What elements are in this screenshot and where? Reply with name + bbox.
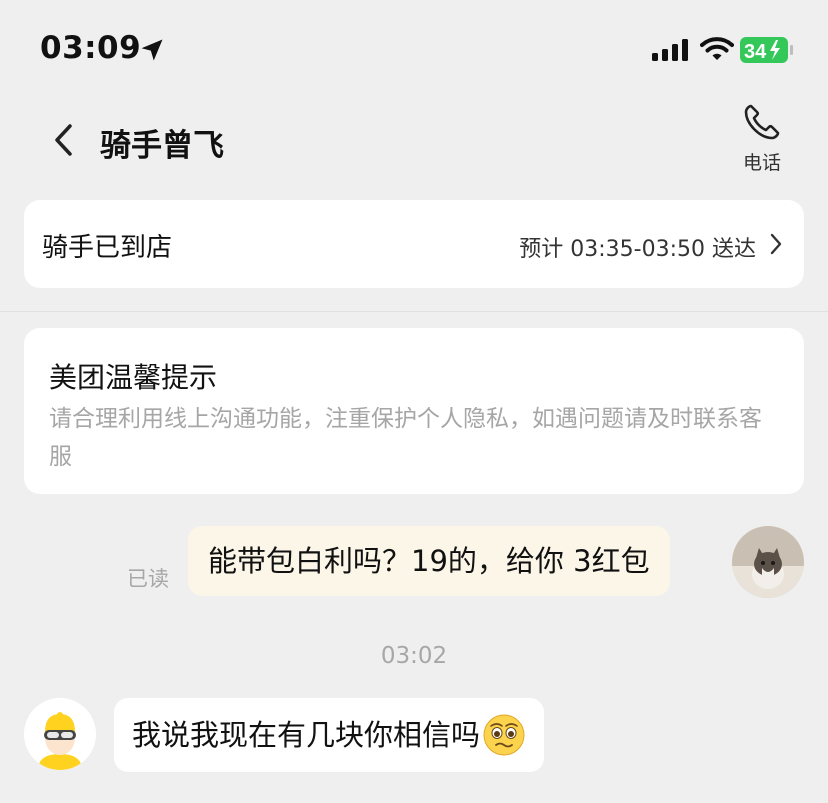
my-avatar[interactable]	[732, 526, 804, 598]
phone-label: 电话	[742, 152, 781, 174]
order-status-card[interactable]: 骑手已到店 预计 03:35-03:50 送达	[24, 200, 804, 288]
read-receipt: 已读	[127, 567, 169, 591]
battery-level-text: 34	[744, 41, 767, 63]
battery-charging-icon: 34	[740, 37, 793, 63]
my-message-bubble[interactable]: 能带包白利吗？19的，给你 3红包	[188, 526, 670, 596]
status-time: 03:09	[40, 30, 142, 66]
rider-avatar-image	[24, 698, 96, 770]
tip-title: 美团温馨提示	[49, 361, 218, 394]
rider-message-text: 我说我现在有几块你相信吗	[132, 718, 481, 752]
location-arrow-icon	[141, 39, 163, 61]
woozy-face-emoji	[483, 714, 525, 756]
signal-icon	[652, 39, 688, 61]
cat-avatar-image	[732, 526, 804, 598]
wifi-icon	[700, 37, 734, 60]
order-status-text: 骑手已到店	[42, 233, 173, 263]
chevron-right-icon	[770, 233, 782, 255]
back-chevron-icon[interactable]	[50, 122, 78, 158]
call-button[interactable]: 电话	[734, 102, 790, 182]
delivery-eta: 预计 03:35-03:50 送达	[519, 237, 756, 262]
meituan-tip-card: 美团温馨提示 请合理利用线上沟通功能，注重保护个人隐私，如遇问题请及时联系客服	[24, 328, 804, 494]
chat-title: 骑手曾飞	[100, 128, 224, 164]
rider-avatar[interactable]	[24, 698, 96, 770]
message-timestamp: 03:02	[380, 643, 448, 669]
phone-icon	[744, 104, 780, 140]
divider	[0, 311, 828, 312]
rider-message-bubble[interactable]: 我说我现在有几块你相信吗	[114, 698, 545, 772]
tip-body: 请合理利用线上沟通功能，注重保护个人隐私，如遇问题请及时联系客服	[49, 406, 762, 470]
battery-indicator: 34	[740, 36, 794, 64]
